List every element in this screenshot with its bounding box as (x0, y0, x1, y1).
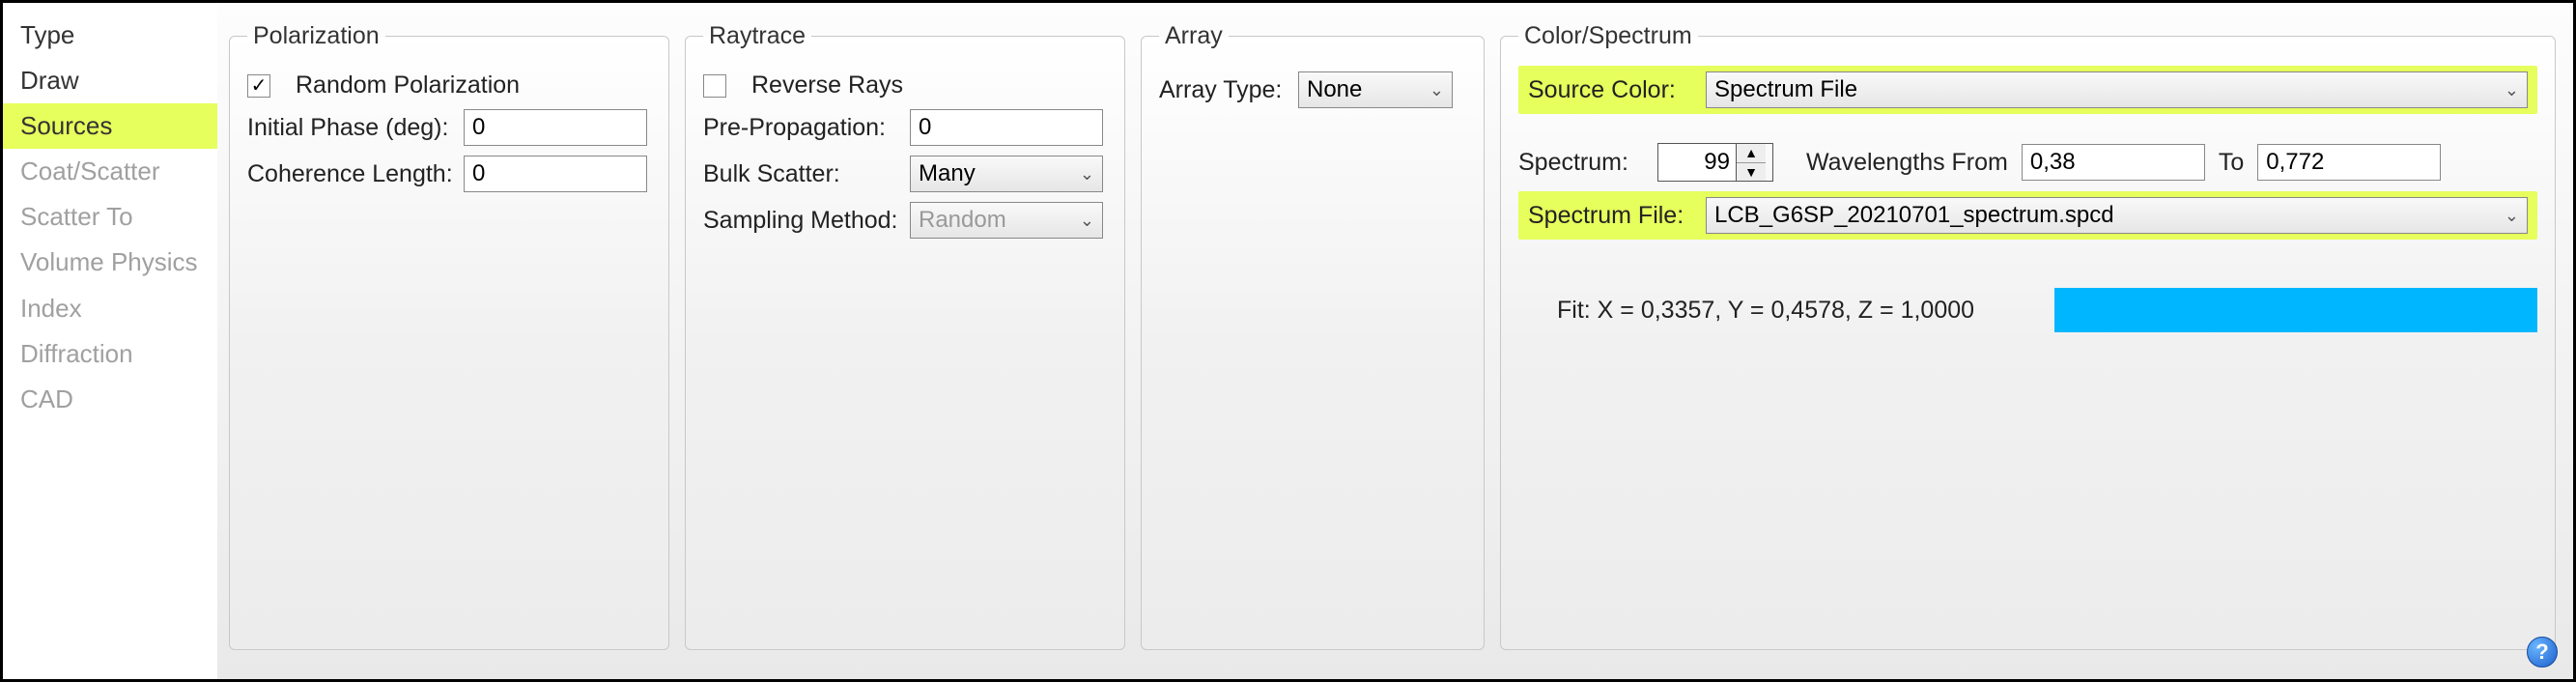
sidebar-item-volume-physics[interactable]: Volume Physics (3, 240, 217, 285)
bulk-scatter-value: Many (919, 160, 976, 187)
random-polarization-label: Random Polarization (296, 71, 520, 99)
reverse-rays-label: Reverse Rays (751, 71, 903, 99)
source-color-select[interactable]: Spectrum File ⌄ (1706, 71, 2528, 108)
array-type-label: Array Type: (1159, 76, 1285, 104)
spinner-down-icon[interactable]: ▼ (1737, 163, 1766, 182)
chevron-down-icon: ⌄ (2505, 206, 2519, 226)
spectrum-spinner[interactable]: ▲ ▼ (1657, 143, 1773, 182)
initial-phase-label: Initial Phase (deg): (247, 114, 450, 142)
spectrum-file-select[interactable]: LCB_G6SP_20210701_spectrum.spcd ⌄ (1706, 197, 2528, 234)
sampling-method-label: Sampling Method: (703, 207, 896, 235)
spectrum-file-label: Spectrum File: (1528, 202, 1692, 230)
array-legend: Array (1159, 22, 1229, 50)
bulk-scatter-select[interactable]: Many ⌄ (910, 156, 1103, 192)
sidebar-item-coat-scatter[interactable]: Coat/Scatter (3, 149, 217, 194)
wavelengths-from-label: Wavelengths From (1806, 149, 2008, 177)
to-label: To (2219, 149, 2244, 177)
bulk-scatter-label: Bulk Scatter: (703, 160, 896, 188)
coherence-length-input[interactable] (464, 156, 647, 192)
prepropagation-input[interactable] (910, 109, 1103, 146)
spectrum-file-value: LCB_G6SP_20210701_spectrum.spcd (1714, 202, 2114, 229)
sampling-method-value: Random (919, 207, 1006, 234)
coherence-length-label: Coherence Length: (247, 160, 450, 188)
chevron-down-icon: ⌄ (1080, 164, 1094, 185)
raytrace-legend: Raytrace (703, 22, 811, 50)
sidebar-item-sources[interactable]: Sources (3, 103, 217, 149)
sidebar-item-draw[interactable]: Draw (3, 58, 217, 103)
wavelengths-from-input[interactable] (2022, 144, 2205, 181)
raytrace-panel: Raytrace Reverse Rays Pre-Propagation: B… (685, 22, 1125, 650)
random-polarization-checkbox[interactable]: ✓ (247, 74, 270, 98)
spectrum-label: Spectrum: (1518, 149, 1644, 177)
help-icon[interactable]: ? (2527, 637, 2558, 668)
initial-phase-input[interactable] (464, 109, 647, 146)
array-type-value: None (1307, 76, 1362, 103)
spinner-up-icon[interactable]: ▲ (1737, 144, 1766, 163)
sampling-method-select[interactable]: Random ⌄ (910, 202, 1103, 239)
array-panel: Array Array Type: None ⌄ (1141, 22, 1485, 650)
sidebar-item-diffraction[interactable]: Diffraction (3, 331, 217, 377)
prepropagation-label: Pre-Propagation: (703, 114, 896, 142)
source-color-value: Spectrum File (1714, 76, 1857, 103)
sidebar: Type Draw Sources Coat/Scatter Scatter T… (3, 3, 217, 679)
color-spectrum-legend: Color/Spectrum (1518, 22, 1698, 50)
reverse-rays-checkbox[interactable] (703, 74, 726, 98)
chevron-down-icon: ⌄ (1430, 80, 1444, 100)
fit-text: Fit: X = 0,3357, Y = 0,4578, Z = 1,0000 (1557, 297, 1974, 325)
app-layout: Type Draw Sources Coat/Scatter Scatter T… (3, 3, 2573, 679)
source-color-label: Source Color: (1528, 76, 1692, 104)
color-swatch (2054, 288, 2537, 332)
sidebar-item-scatter-to[interactable]: Scatter To (3, 194, 217, 240)
sidebar-item-type[interactable]: Type (3, 13, 217, 58)
chevron-down-icon: ⌄ (2505, 80, 2519, 100)
content-area: Polarization ✓ Random Polarization Initi… (217, 3, 2573, 679)
polarization-legend: Polarization (247, 22, 385, 50)
color-spectrum-panel: Color/Spectrum Source Color: Spectrum Fi… (1500, 22, 2556, 650)
polarization-panel: Polarization ✓ Random Polarization Initi… (229, 22, 669, 650)
spectrum-value-input[interactable] (1658, 144, 1736, 181)
chevron-down-icon: ⌄ (1080, 211, 1094, 231)
sidebar-item-index[interactable]: Index (3, 286, 217, 331)
wavelengths-to-input[interactable] (2257, 144, 2441, 181)
array-type-select[interactable]: None ⌄ (1298, 71, 1453, 108)
sidebar-item-cad[interactable]: CAD (3, 377, 217, 422)
